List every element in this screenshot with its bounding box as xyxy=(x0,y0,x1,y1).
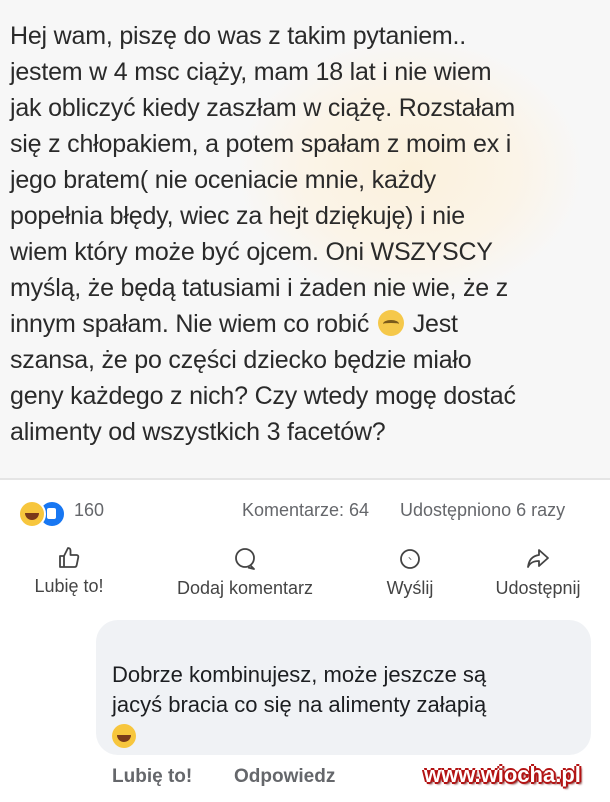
comment-line: jacyś bracia co się na alimenty załapią xyxy=(112,692,487,717)
shares-count[interactable]: Udostępniono 6 razy xyxy=(400,500,565,521)
post-line: Hej wam, piszę do was z takim pytaniem.. xyxy=(10,22,467,50)
post-line: geny każdego z nich? Czy wtedy mogę dost… xyxy=(10,382,516,410)
post-line: myślą, że będą tatusiami i żaden nie wie… xyxy=(10,274,508,302)
post-line: jego bratem( nie oceniacie mnie, każdy xyxy=(10,166,436,194)
reaction-count[interactable]: 160 xyxy=(74,500,104,521)
comments-count[interactable]: Komentarze: 64 xyxy=(242,500,369,521)
share-label: Udostępnij xyxy=(495,578,581,598)
comment-reply-button[interactable]: Odpowiedz xyxy=(234,766,335,788)
like-label: Lubię to! xyxy=(34,576,104,596)
like-button[interactable]: Lubię to! xyxy=(14,546,124,606)
divider xyxy=(0,478,610,480)
post-line-text: Jest xyxy=(412,310,458,338)
post-line: wiem który może być ojcem. Oni WSZYSCY xyxy=(10,238,493,266)
post-text: Hej wam, piszę do was z takim pytaniem..… xyxy=(10,18,600,450)
laughing-emoji-icon xyxy=(112,724,136,748)
comment-line: Dobrze kombinujesz, może jeszcze są xyxy=(112,662,487,687)
thumbs-up-icon xyxy=(59,547,80,568)
watermark: www.wiocha.pl xyxy=(424,762,581,787)
post-line: szansa, że po części dziecko będzie miał… xyxy=(10,346,472,374)
post-line: jak obliczyć kiedy zaszłam w ciążę. Rozs… xyxy=(10,94,516,122)
sad-face-emoji-icon xyxy=(377,310,404,336)
post-body: Hej wam, piszę do was z takim pytaniem..… xyxy=(0,0,610,478)
haha-reaction-icon[interactable] xyxy=(18,500,46,528)
post-line: innym spałam. Nie wiem co robić Jest xyxy=(10,306,600,342)
comment-button[interactable]: Dodaj komentarz xyxy=(160,546,330,606)
post-line: alimenty od wszystkich 3 facetów? xyxy=(10,418,386,446)
post-line: popełnia błędy, wiec za hejt dziękuję) i… xyxy=(10,202,465,230)
share-button[interactable]: Udostępnij xyxy=(478,546,598,606)
post-line: się z chłopakiem, a potem spałam z moim … xyxy=(10,130,512,158)
comment-like-button[interactable]: Lubię to! xyxy=(112,766,192,788)
share-arrow-icon xyxy=(527,549,549,568)
post-line: jestem w 4 msc ciąży, mam 18 lat i nie w… xyxy=(10,58,492,86)
post-line-text: innym spałam. Nie wiem co robić xyxy=(10,310,370,338)
messenger-icon xyxy=(400,549,420,569)
comment-label: Dodaj komentarz xyxy=(176,578,314,598)
send-button[interactable]: Wyślij xyxy=(370,546,450,606)
comment-bubble-icon xyxy=(235,548,255,570)
comment-text: Dobrze kombinujesz, może jeszcze są jacy… xyxy=(112,660,582,720)
send-label: Wyślij xyxy=(386,578,434,598)
